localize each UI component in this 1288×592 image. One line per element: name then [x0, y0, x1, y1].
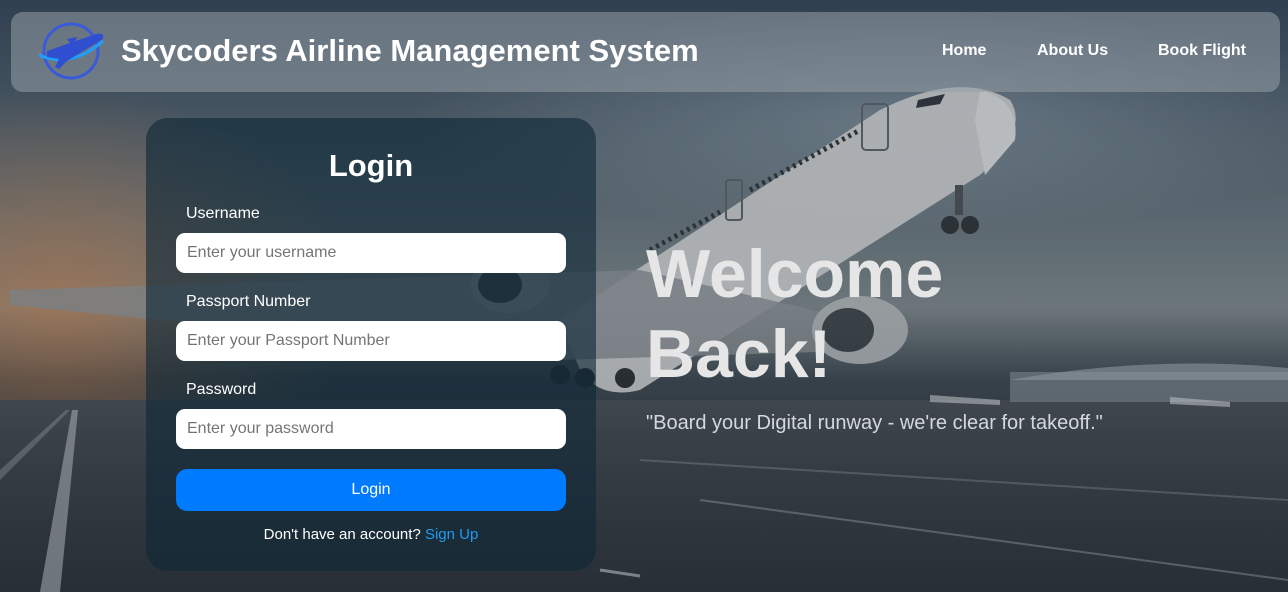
signup-prompt: Don't have an account? Sign Up — [146, 526, 596, 543]
signup-prompt-text: Don't have an account? — [263, 526, 421, 543]
password-input[interactable] — [176, 409, 566, 449]
login-title: Login — [328, 148, 414, 183]
password-label: Password — [186, 381, 257, 398]
username-label: Username — [186, 205, 260, 222]
welcome-heading-line1: Welcome — [646, 236, 944, 312]
signup-link[interactable]: Sign Up — [425, 526, 478, 543]
passport-number-input[interactable] — [176, 321, 566, 361]
login-button[interactable]: Login — [176, 469, 566, 511]
passport-number-label: Passport Number — [186, 293, 311, 310]
welcome-heading-line2: Back! — [646, 316, 832, 392]
airplane-globe-icon[interactable] — [33, 21, 109, 81]
login-card: Login Username Passport Number Password … — [146, 118, 596, 571]
top-navbar: Skycoders Airline Management System Home… — [11, 12, 1280, 92]
welcome-heading: Welcome Back! — [646, 234, 1006, 394]
welcome-tagline: "Board your Digital runway - we're clear… — [646, 412, 1103, 434]
brand-title: Skycoders Airline Management System — [121, 33, 699, 68]
nav-about-us-link[interactable]: About Us — [1037, 42, 1108, 60]
nav-home-link[interactable]: Home — [942, 42, 986, 60]
nav-book-flight-link[interactable]: Book Flight — [1158, 42, 1246, 60]
username-input[interactable] — [176, 233, 566, 273]
